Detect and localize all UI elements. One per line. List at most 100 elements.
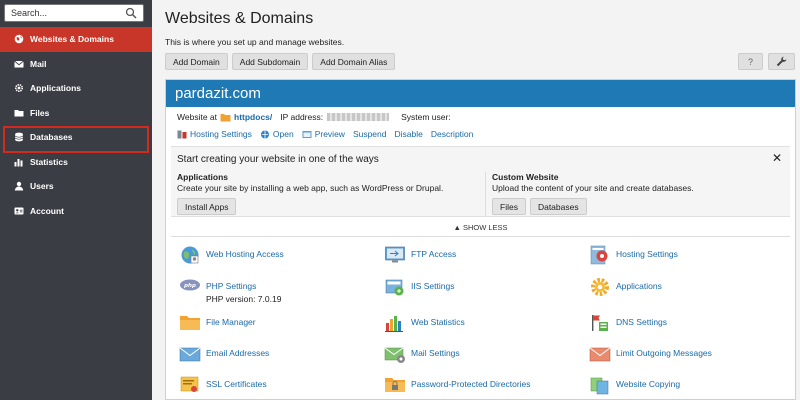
domain-actions: Hosting Settings Open Preview Suspend Di…	[177, 129, 473, 139]
sidebar-item-users[interactable]: Users	[0, 174, 152, 199]
applications-column: Applications Create your site by install…	[177, 172, 443, 215]
sidebar-item-label: Databases	[30, 132, 73, 143]
sidebar-item-mail[interactable]: Mail	[0, 52, 152, 77]
tool-label: Password-Protected Directories	[411, 379, 531, 389]
search-icon[interactable]	[125, 7, 137, 19]
website-copying-icon	[590, 377, 609, 395]
sidebar-item-label: Statistics	[30, 156, 68, 167]
preview-link[interactable]: Preview	[302, 129, 345, 139]
svg-text:php: php	[183, 283, 196, 289]
tool-label: Applications	[616, 281, 662, 291]
gear-icon	[591, 278, 609, 296]
add-domain-alias-button[interactable]: Add Domain Alias	[312, 53, 396, 70]
help-button[interactable]: ?	[738, 53, 763, 70]
tool-label: Email Addresses	[206, 348, 270, 358]
description-link[interactable]: Description	[431, 129, 474, 139]
tool-ftp-access[interactable]: FTP Access	[384, 245, 456, 265]
hosting-settings-icon	[177, 130, 187, 138]
tool-web-statistics[interactable]: Web Statistics	[384, 313, 465, 333]
folder-icon	[220, 113, 231, 121]
files-button[interactable]: Files	[492, 198, 526, 215]
sidebar-item-label: Mail	[30, 58, 47, 69]
preview-label: Preview	[314, 129, 345, 139]
tool-web-hosting-access[interactable]: Web Hosting Access	[179, 245, 284, 265]
applications-title: Applications	[177, 172, 229, 182]
tool-ssl-certificates[interactable]: SSL Certificates	[179, 375, 267, 395]
databases-button[interactable]: Databases	[529, 198, 587, 215]
tool-label: Mail Settings	[411, 348, 460, 358]
sidebar-item-statistics[interactable]: Statistics	[0, 150, 152, 175]
open-link[interactable]: Open	[260, 129, 294, 139]
sidebar-item-label: Websites & Domains	[30, 34, 114, 45]
domain-panel: pardazit.com Website at httpdocs/ IP add…	[165, 79, 796, 400]
domain-name[interactable]: pardazit.com	[175, 85, 261, 102]
tool-limit-outgoing-messages[interactable]: Limit Outgoing Messages	[589, 344, 712, 364]
sidebar-item-label: Files	[30, 107, 50, 118]
dns-settings-icon	[592, 315, 608, 331]
sidebar-item-account[interactable]: Account	[0, 199, 152, 224]
tools-button[interactable]	[768, 53, 795, 70]
tool-website-copying[interactable]: Website Copying	[589, 375, 680, 395]
suspend-link[interactable]: Suspend	[353, 129, 387, 139]
toolbar: Add Domain Add Subdomain Add Domain Alia…	[165, 53, 396, 70]
custom-website-column: Custom Website Upload the content of you…	[492, 172, 694, 215]
folder-icon	[180, 316, 200, 330]
tool-iis-settings[interactable]: IIS Settings	[384, 277, 454, 297]
web-hosting-access-icon	[181, 246, 199, 264]
sidebar-item-files[interactable]: Files	[0, 101, 152, 126]
sidebar-item-websites-domains[interactable]: Websites & Domains	[0, 27, 152, 52]
folder-icon	[14, 109, 24, 117]
mail-settings-icon	[384, 347, 405, 363]
php-version: PHP version: 7.0.19	[206, 294, 282, 304]
globe-icon	[14, 34, 24, 44]
tool-email-addresses[interactable]: Email Addresses	[179, 344, 269, 364]
tool-password-protected-directories[interactable]: Password-Protected Directories	[384, 375, 531, 395]
tool-label: PHP Settings	[206, 281, 257, 291]
sidebar-nav: Websites & Domains Mail Applications Fil…	[0, 27, 152, 223]
custom-website-title: Custom Website	[492, 172, 559, 182]
sidebar-item-databases[interactable]: Databases	[0, 125, 152, 153]
system-user-label: System user:	[401, 112, 451, 122]
tool-dns-settings[interactable]: DNS Settings	[589, 313, 667, 333]
mail-icon	[14, 60, 24, 68]
install-apps-button[interactable]: Install Apps	[177, 198, 237, 215]
tool-label: IIS Settings	[411, 281, 455, 291]
sidebar-item-label: Applications	[30, 83, 82, 94]
tool-php-settings[interactable]: php PHP Settings PHP version: 7.0.19	[179, 277, 281, 304]
certificate-icon	[180, 376, 199, 392]
show-less-divider	[171, 236, 790, 237]
main-content: Websites & Domains This is where you set…	[152, 0, 800, 400]
wrench-icon	[776, 56, 787, 67]
iis-settings-icon	[385, 279, 404, 296]
ip-address-masked	[327, 113, 390, 121]
open-icon	[260, 130, 269, 138]
bar-chart-icon	[14, 158, 23, 167]
search-input[interactable]	[11, 8, 121, 18]
close-icon[interactable]: ✕	[772, 151, 782, 165]
database-icon	[15, 132, 23, 142]
hosting-settings-icon	[590, 245, 608, 265]
sidebar-item-label: Users	[30, 181, 54, 192]
search-box[interactable]	[4, 4, 144, 22]
custom-website-description: Upload the content of your site and crea…	[492, 183, 694, 193]
tool-mail-settings[interactable]: Mail Settings	[384, 344, 460, 364]
mail-icon	[179, 347, 201, 362]
sidebar-item-applications[interactable]: Applications	[0, 76, 152, 101]
tool-applications[interactable]: Applications	[589, 277, 662, 297]
hosting-settings-link[interactable]: Hosting Settings	[177, 129, 252, 139]
httpdocs-link[interactable]: httpdocs/	[234, 112, 272, 122]
page-title: Websites & Domains	[165, 10, 314, 27]
open-label: Open	[272, 129, 294, 139]
ftp-access-icon	[385, 246, 405, 263]
tool-hosting-settings[interactable]: Hosting Settings	[589, 245, 678, 265]
tool-label: Hosting Settings	[616, 249, 678, 259]
show-less-toggle[interactable]: ▲ SHOW LESS	[166, 223, 795, 232]
tool-label: File Manager	[206, 317, 256, 327]
tool-file-manager[interactable]: File Manager	[179, 313, 256, 333]
tool-label: Web Hosting Access	[206, 249, 284, 259]
add-domain-button[interactable]: Add Domain	[165, 53, 228, 70]
disable-link[interactable]: Disable	[395, 129, 423, 139]
add-subdomain-button[interactable]: Add Subdomain	[231, 53, 309, 70]
domain-info-row: Website at httpdocs/ IP address: System …	[177, 112, 451, 122]
website-at-label: Website at	[177, 112, 218, 122]
